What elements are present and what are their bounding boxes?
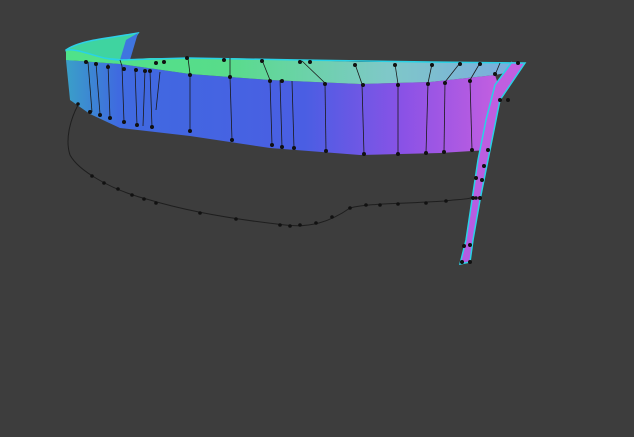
3d-viewport[interactable] — [0, 0, 634, 437]
viewport-canvas[interactable] — [0, 0, 634, 437]
